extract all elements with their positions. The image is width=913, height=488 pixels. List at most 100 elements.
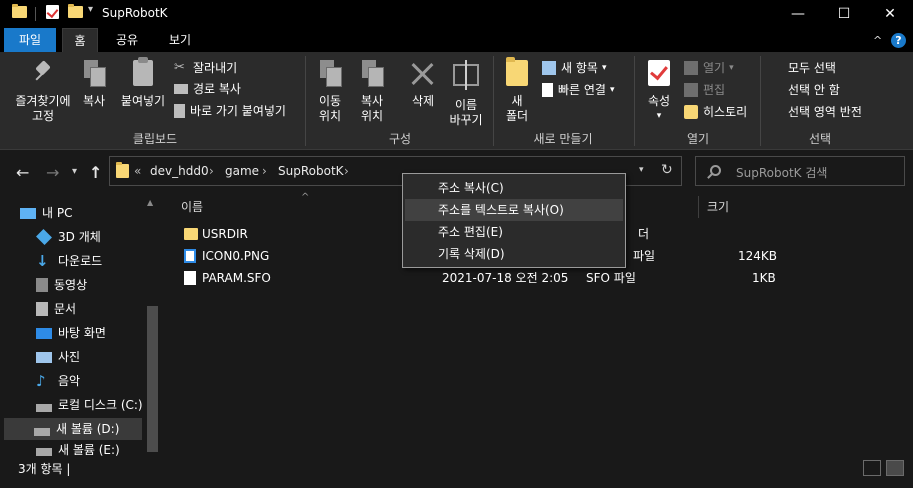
image-file-icon: [184, 249, 196, 263]
properties-button[interactable]: 속성 ▾: [641, 60, 677, 124]
new-group-label: 새로 만들기: [533, 132, 593, 146]
menu-item-delete-history[interactable]: 기록 삭제(D): [405, 243, 623, 265]
history-button[interactable]: 히스토리: [684, 103, 747, 121]
refresh-icon[interactable]: ↻: [661, 162, 673, 178]
easy-access-icon: [542, 83, 553, 97]
paste-button[interactable]: 붙여넣기: [117, 57, 169, 109]
nav-pane-scrollbar[interactable]: ▲: [143, 194, 160, 456]
tab-file[interactable]: 파일: [4, 28, 56, 52]
video-icon: [36, 278, 48, 292]
delete-icon: [410, 60, 436, 88]
new-item-button[interactable]: 새 항목 ▾: [542, 59, 606, 77]
file-name: ICON0.PNG: [202, 249, 270, 263]
select-none-button[interactable]: 선택 안 함: [769, 81, 840, 99]
copy-to-button[interactable]: 복사 위치: [353, 60, 391, 124]
edit-icon: [684, 83, 698, 97]
nav-item-label: 새 볼륨 (D:): [56, 422, 120, 436]
scissors-icon: ✂: [174, 60, 185, 75]
breadcrumb-separator[interactable]: ›: [344, 164, 349, 178]
nav-item-label: 3D 개체: [58, 230, 101, 244]
nav-item-videos[interactable]: 동영상: [36, 274, 87, 296]
large-icons-view-icon[interactable]: [886, 460, 904, 476]
breadcrumb-separator[interactable]: ›: [209, 164, 214, 178]
menu-item-copy-address[interactable]: 주소 복사(C): [405, 177, 623, 199]
tab-home[interactable]: 홈: [62, 28, 98, 52]
tab-share[interactable]: 공유: [112, 28, 142, 52]
nav-item-volume-e[interactable]: 새 볼륨 (E:): [36, 442, 120, 456]
close-button[interactable]: ✕: [867, 0, 913, 28]
invert-selection-button[interactable]: 선택 영역 반전: [769, 103, 862, 121]
easy-access-button[interactable]: 빠른 연결 ▾: [542, 81, 615, 99]
column-header-name[interactable]: 이름: [181, 198, 203, 215]
delete-button[interactable]: 삭제: [405, 60, 441, 109]
breadcrumb-suprobotk[interactable]: SupRobotK: [278, 164, 344, 178]
rename-button[interactable]: 이름 바꾸기: [446, 60, 486, 128]
tab-view[interactable]: 보기: [164, 28, 196, 52]
minimize-button[interactable]: —: [775, 0, 821, 28]
nav-item-label: 바탕 화면: [58, 326, 106, 340]
file-row[interactable]: 2021-07-18 오전 2:05 PARAM.SFO SFO 파일 1KB: [180, 267, 780, 289]
back-arrow-icon[interactable]: ←: [16, 163, 29, 182]
quick-access-dropdown-icon[interactable]: ▾: [88, 4, 93, 15]
divider: [493, 56, 494, 146]
delete-label: 삭제: [411, 94, 435, 108]
history-label: 히스토리: [703, 105, 748, 119]
recent-locations-icon[interactable]: ▾: [72, 166, 77, 177]
forward-arrow-icon[interactable]: →: [46, 163, 59, 182]
up-arrow-icon[interactable]: ↑: [89, 163, 102, 182]
open-button[interactable]: 열기 ▾: [684, 59, 734, 77]
help-icon[interactable]: ?: [891, 33, 906, 48]
scrollbar-thumb[interactable]: [147, 306, 158, 452]
nav-item-downloads[interactable]: ↓ 다운로드: [36, 250, 102, 272]
new-folder-label: 새 폴더: [505, 94, 529, 123]
copy-label: 복사: [82, 94, 106, 108]
nav-item-local-disk-c[interactable]: 로컬 디스크 (C:): [36, 394, 143, 416]
copy-path-button[interactable]: 경로 복사: [174, 80, 241, 98]
menu-item-copy-address-as-text[interactable]: 주소를 텍스트로 복사(O): [405, 199, 623, 221]
move-to-button[interactable]: 이동 위치: [311, 60, 349, 124]
file-name: PARAM.SFO: [202, 271, 271, 285]
desktop-icon: [36, 327, 52, 339]
nav-item-documents[interactable]: 문서: [36, 298, 76, 320]
details-view-icon[interactable]: [863, 460, 881, 476]
organize-group-label: 구성: [388, 132, 412, 146]
column-header-size[interactable]: 크기: [707, 198, 729, 215]
menu-item-edit-address[interactable]: 주소 편집(E): [405, 221, 623, 243]
invert-selection-label: 선택 영역 반전: [788, 105, 862, 119]
breadcrumb-dev-hdd0[interactable]: dev_hdd0: [150, 164, 209, 178]
pin-to-quick-access-button[interactable]: 즐겨찾기에 고정: [8, 60, 78, 124]
search-box[interactable]: SupRobotK 검색: [695, 156, 905, 186]
new-folder-icon[interactable]: [68, 4, 83, 18]
cut-button[interactable]: ✂ 잘라내기: [174, 59, 237, 77]
collapse-ribbon-icon[interactable]: ^: [873, 34, 882, 47]
paste-shortcut-button[interactable]: 바로 가기 붙여넣기: [174, 102, 286, 120]
nav-item-pictures[interactable]: 사진: [36, 346, 80, 368]
clipboard-group-label: 클립보드: [132, 132, 178, 146]
copy-button[interactable]: 복사: [78, 60, 110, 109]
breadcrumb-game[interactable]: game: [225, 164, 259, 178]
file-date: 2021-07-18 오전 2:05: [442, 271, 569, 285]
breadcrumb-separator[interactable]: ›: [262, 164, 267, 178]
properties-icon[interactable]: [46, 5, 59, 19]
column-separator[interactable]: [698, 196, 699, 218]
edit-button[interactable]: 편집: [684, 81, 725, 99]
title-bar: ▾ SupRobotK — ☐ ✕: [0, 0, 913, 28]
address-dropdown-icon[interactable]: ▾: [639, 165, 644, 175]
overflow-chevron[interactable]: «: [134, 164, 141, 178]
search-input[interactable]: SupRobotK 검색: [736, 164, 827, 181]
scroll-up-icon[interactable]: ▲: [147, 198, 153, 207]
nav-item-3d-objects[interactable]: 3D 개체: [36, 226, 101, 248]
nav-item-volume-d[interactable]: 새 볼륨 (D:): [4, 418, 142, 440]
copy-to-label: 복사 위치: [360, 94, 384, 123]
new-folder-button[interactable]: 새 폴더: [500, 57, 534, 124]
pin-icon: [30, 60, 56, 88]
nav-item-label: 사진: [58, 350, 81, 364]
nav-item-desktop[interactable]: 바탕 화면: [36, 322, 106, 344]
status-bar: 3개 항목 |: [0, 456, 913, 488]
maximize-button[interactable]: ☐: [821, 0, 867, 28]
nav-item-label: 새 볼륨 (E:): [58, 443, 120, 456]
nav-item-this-pc[interactable]: 내 PC: [20, 202, 72, 224]
select-all-icon: [769, 61, 783, 75]
select-all-button[interactable]: 모두 선택: [769, 59, 836, 77]
nav-item-music[interactable]: ♪ 음악: [36, 370, 80, 392]
